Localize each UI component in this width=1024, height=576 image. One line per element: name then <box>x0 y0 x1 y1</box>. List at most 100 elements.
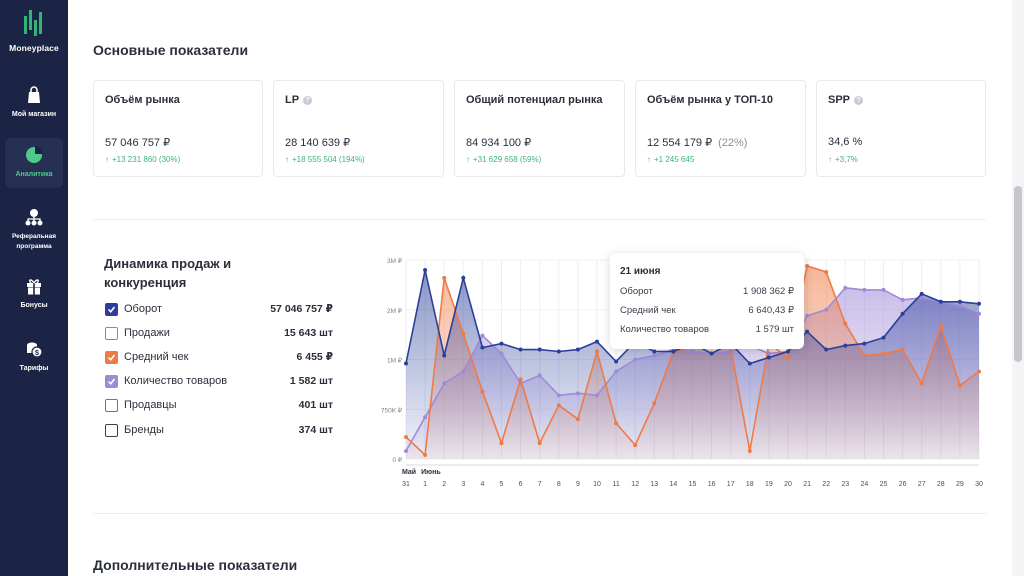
data-point <box>614 369 619 374</box>
data-point <box>786 355 790 360</box>
data-point <box>556 393 561 398</box>
data-point <box>461 275 466 280</box>
x-tick-label: 3 <box>461 481 465 488</box>
x-tick-label: 12 <box>631 481 639 488</box>
app-root: Moneyplace Мой магазин Аналитика Реферал… <box>0 0 1024 576</box>
data-point <box>633 443 638 448</box>
data-point <box>404 435 408 440</box>
data-point <box>556 349 561 354</box>
x-tick-label: 19 <box>765 481 773 488</box>
tooltip-row: Количество товаров 1 579 шт <box>620 324 794 335</box>
x-tick-label: 23 <box>841 481 849 488</box>
data-point <box>652 349 657 354</box>
x-tick-label: 10 <box>593 481 601 488</box>
x-tick-label: 7 <box>538 481 542 488</box>
nav-label: Реферальная программа <box>11 233 57 250</box>
data-point <box>461 331 466 336</box>
data-point <box>595 393 599 398</box>
data-point <box>805 313 810 318</box>
data-point <box>652 401 657 406</box>
y-tick-label: 2M ₽ <box>387 307 403 315</box>
x-tick-label: 9 <box>576 481 580 488</box>
x-tick-label: 26 <box>899 481 907 488</box>
x-tick-label: 30 <box>975 481 983 488</box>
divider <box>93 513 986 514</box>
data-point <box>747 361 752 366</box>
logo[interactable]: Moneyplace <box>0 8 68 53</box>
x-tick-label: 27 <box>918 481 926 488</box>
nav-referral[interactable]: Реферальная программа <box>5 200 63 258</box>
x-tick-label: 25 <box>880 481 888 488</box>
data-point <box>805 263 810 268</box>
coins-icon: $ <box>27 342 43 358</box>
data-point <box>575 417 580 422</box>
logo-text: Moneyplace <box>9 43 59 53</box>
data-point <box>423 453 428 458</box>
month-label: Июнь <box>421 469 441 476</box>
x-tick-label: 13 <box>650 481 658 488</box>
data-point <box>977 301 981 306</box>
data-point <box>805 329 810 334</box>
data-point <box>404 449 408 454</box>
data-point <box>824 347 829 352</box>
data-point <box>633 357 638 362</box>
nav-label: Мой магазин <box>11 111 57 118</box>
x-tick-label: 6 <box>519 481 523 488</box>
x-tick-label: 24 <box>861 481 869 488</box>
data-point <box>843 285 848 290</box>
x-tick-label: 15 <box>689 481 697 488</box>
data-point <box>862 341 867 346</box>
tooltip-row: Средний чек 6 640,43 ₽ <box>620 305 794 316</box>
data-point <box>480 345 485 350</box>
x-tick-label: 5 <box>500 481 504 488</box>
data-point <box>537 347 542 352</box>
gift-icon <box>27 279 41 295</box>
data-point <box>614 359 619 364</box>
data-point <box>977 311 981 316</box>
y-tick-label: 0 ₽ <box>392 456 402 464</box>
data-point <box>442 381 447 386</box>
data-point <box>556 403 561 408</box>
nav-tariffs[interactable]: $ Тарифы <box>5 332 63 382</box>
data-point <box>690 349 695 354</box>
x-tick-label: 1 <box>423 481 427 488</box>
scrollbar[interactable] <box>1012 0 1024 576</box>
x-tick-label: 20 <box>784 481 792 488</box>
data-point <box>824 307 829 312</box>
x-tick-label: 2 <box>442 481 446 488</box>
data-point <box>537 441 542 446</box>
data-point <box>537 373 542 378</box>
data-point <box>862 353 867 358</box>
data-point <box>480 333 485 338</box>
nav-my-store[interactable]: Мой магазин <box>5 78 63 128</box>
referral-network-icon <box>25 209 43 226</box>
x-tick-label: 22 <box>822 481 830 488</box>
y-tick-label: 3M ₽ <box>387 257 403 265</box>
data-point <box>747 449 752 454</box>
nav-analytics[interactable]: Аналитика <box>5 138 63 188</box>
scrollbar-thumb[interactable] <box>1014 186 1022 362</box>
data-point <box>957 299 962 304</box>
nav-label: Аналитика <box>15 171 53 178</box>
data-point <box>881 287 886 292</box>
y-tick-label: 1M ₽ <box>387 357 403 365</box>
data-point <box>900 311 905 316</box>
data-point <box>843 321 848 326</box>
x-tick-label: 21 <box>803 481 811 488</box>
pie-chart-icon <box>26 146 43 163</box>
x-tick-label: 16 <box>708 481 716 488</box>
chart-tooltip: 21 июня Оборот 1 908 362 ₽ Средний чек 6 6… <box>610 253 804 349</box>
data-point <box>423 415 428 420</box>
data-point <box>499 341 504 346</box>
data-point <box>709 351 714 356</box>
data-point <box>499 351 504 356</box>
dynamics-chart[interactable]: 3M ₽2M ₽1M ₽750K ₽0 ₽31 1 2 3 4 5 6 7 8 9 10 11 12 13… <box>68 0 1012 500</box>
data-point <box>919 381 924 386</box>
data-point <box>938 323 943 328</box>
data-point <box>843 343 848 348</box>
data-point <box>957 303 962 308</box>
nav-bonuses[interactable]: Бонусы <box>5 270 63 320</box>
data-point <box>824 269 829 274</box>
additional-title: Дополнительные показатели <box>93 557 298 573</box>
main-content: Основные показатели Объём рынка 57 046 7… <box>68 0 1012 576</box>
